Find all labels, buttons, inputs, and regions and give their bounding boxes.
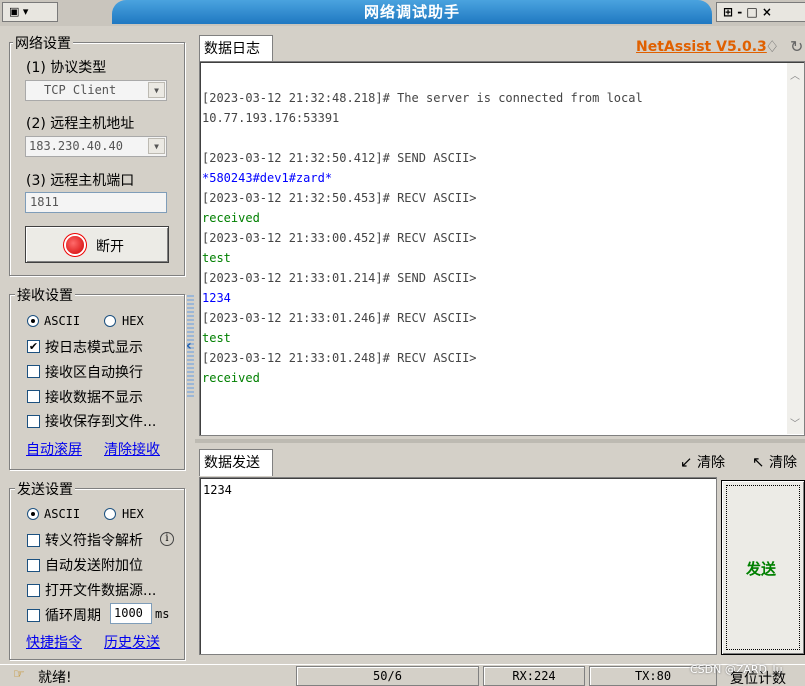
log-line: [2023-03-12 21:32:48.218]# The server is… [202,91,643,105]
shortcut-link[interactable]: 快捷指令 [26,632,82,652]
auto-wrap-label: 接收区自动换行 [45,365,143,381]
collapse-arrow-icon[interactable]: ‹ [186,338,192,354]
clear-send-button[interactable]: ↙ 清除 [680,452,725,472]
host-value: 183.230.40.40 [29,139,123,153]
cycle-checkbox[interactable] [27,609,40,622]
escape-checkbox[interactable] [27,534,40,547]
append-label: 自动发送附加位 [45,558,143,574]
reset-counter-button[interactable]: 复位计数 [730,668,786,686]
log-scrollbar[interactable]: ︿ ﹀ [787,63,804,434]
host-select[interactable]: 183.230.40.40 ▼ [25,136,167,157]
clear-send-label: 清除 [697,455,726,471]
protocol-label: (1) 协议类型 [26,60,107,76]
clear-up-icon: ↖ [752,453,765,471]
log-line: 1234 [202,291,231,305]
log-line: *580243#dev1#zard* [202,171,333,185]
scroll-up-icon[interactable]: ︿ [790,67,800,82]
status-ready: 就绪! [38,670,72,686]
chevron-down-icon[interactable]: ▼ [148,138,165,154]
escape-label: 转义符指令解析 [45,533,143,549]
refresh-icon[interactable]: ↻ [790,37,803,56]
log-mode-checkbox[interactable]: ✔ [27,340,40,353]
log-line: received [202,371,260,385]
send-settings-title: 发送设置 [15,479,75,499]
send-hex-label: HEX [122,507,144,521]
status-red-icon [66,236,84,254]
recv-hex-label: HEX [122,314,144,328]
diamond-icon[interactable]: ♢ [765,37,779,56]
host-label: (2) 远程主机地址 [26,116,135,132]
log-lines: [2023-03-12 21:32:48.218]# The server is… [202,88,643,388]
recv-ascii-radio[interactable] [27,315,39,327]
recv-settings-title: 接收设置 [15,285,75,305]
tab-data-send[interactable]: 数据发送 [199,449,273,476]
chevron-down-icon[interactable]: ▼ [148,82,165,98]
brand-label[interactable]: NetAssist V5.0.3 [636,39,767,55]
log-line: [2023-03-12 21:33:01.214]# SEND ASCII> [202,271,477,285]
file-source-label: 打开文件数据源... [45,583,157,599]
log-line: 10.77.193.176:53391 [202,111,340,125]
disconnect-label: 断开 [96,239,124,255]
port-input[interactable]: 1811 [25,192,167,213]
send-button[interactable]: 发送 [721,480,805,655]
send-textarea[interactable]: 1234 [199,477,717,655]
cycle-label: 循环周期 [45,608,101,624]
app-icon: ▣ [9,5,20,18]
send-ascii-radio[interactable] [27,508,39,520]
window-control-glyphs[interactable]: - □ × [737,5,772,19]
protocol-value: TCP Client [44,83,117,97]
protocol-select[interactable]: TCP Client ▼ [25,80,167,101]
hide-recv-checkbox[interactable] [27,390,40,403]
status-counter: 50/6 [296,666,479,686]
log-line: [2023-03-12 21:33:01.248]# RECV ASCII> [202,351,477,365]
save-file-checkbox[interactable] [27,415,40,428]
pin-icon[interactable]: ⊞ [723,5,733,19]
autoscroll-link[interactable]: 自动滚屏 [26,439,82,459]
log-line: [2023-03-12 21:32:50.412]# SEND ASCII> [202,151,477,165]
log-mode-label: 按日志模式显示 [45,340,143,356]
log-line: [2023-03-12 21:32:50.453]# RECV ASCII> [202,191,477,205]
send-splitter[interactable] [195,439,805,443]
clear-recv-link[interactable]: 清除接收 [104,439,160,459]
log-line: test [202,251,231,265]
system-menu-arrow: ▾ [22,5,29,18]
save-file-label: 接收保存到文件... [45,414,157,430]
port-label: (3) 远程主机端口 [26,173,135,189]
log-line: received [202,211,260,225]
ready-icon: ☞ [13,667,25,682]
log-line: [2023-03-12 21:33:01.246]# RECV ASCII> [202,311,477,325]
tab-data-log[interactable]: 数据日志 [199,35,273,62]
scroll-down-icon[interactable]: ﹀ [790,415,800,430]
clear-arrow-icon: ↙ [680,453,693,471]
append-checkbox[interactable] [27,559,40,572]
recv-ascii-label: ASCII [44,314,81,328]
send-ascii-label: ASCII [44,507,81,521]
send-button-label: 发送 [746,560,777,578]
system-menu-button[interactable]: ▣ ▾ [2,2,58,22]
net-settings-title: 网络设置 [13,33,73,53]
cycle-unit: ms [155,607,170,621]
clear-all-label: 清除 [769,455,798,471]
window-title: 网络调试助手 [363,3,460,21]
history-link[interactable]: 历史发送 [104,632,160,652]
auto-wrap-checkbox[interactable] [27,365,40,378]
disconnect-button[interactable]: 断开 [25,226,169,263]
log-line: test [202,331,231,345]
cycle-input[interactable]: 1000 [110,603,152,624]
info-icon[interactable]: i [160,532,174,546]
send-text[interactable]: 1234 [203,480,232,500]
window-controls[interactable]: ⊞ - □ × [716,2,805,22]
status-rx: RX:224 [483,666,585,686]
data-log-panel[interactable]: [2023-03-12 21:32:48.218]# The server is… [199,61,805,436]
send-hex-radio[interactable] [104,508,116,520]
hide-recv-label: 接收数据不显示 [45,390,143,406]
title-bar: ▣ ▾ 网络调试助手 ⊞ - □ × [0,0,805,26]
clear-all-button[interactable]: ↖ 清除 [752,452,797,472]
recv-hex-radio[interactable] [104,315,116,327]
log-line: [2023-03-12 21:33:00.452]# RECV ASCII> [202,231,477,245]
file-source-checkbox[interactable] [27,584,40,597]
